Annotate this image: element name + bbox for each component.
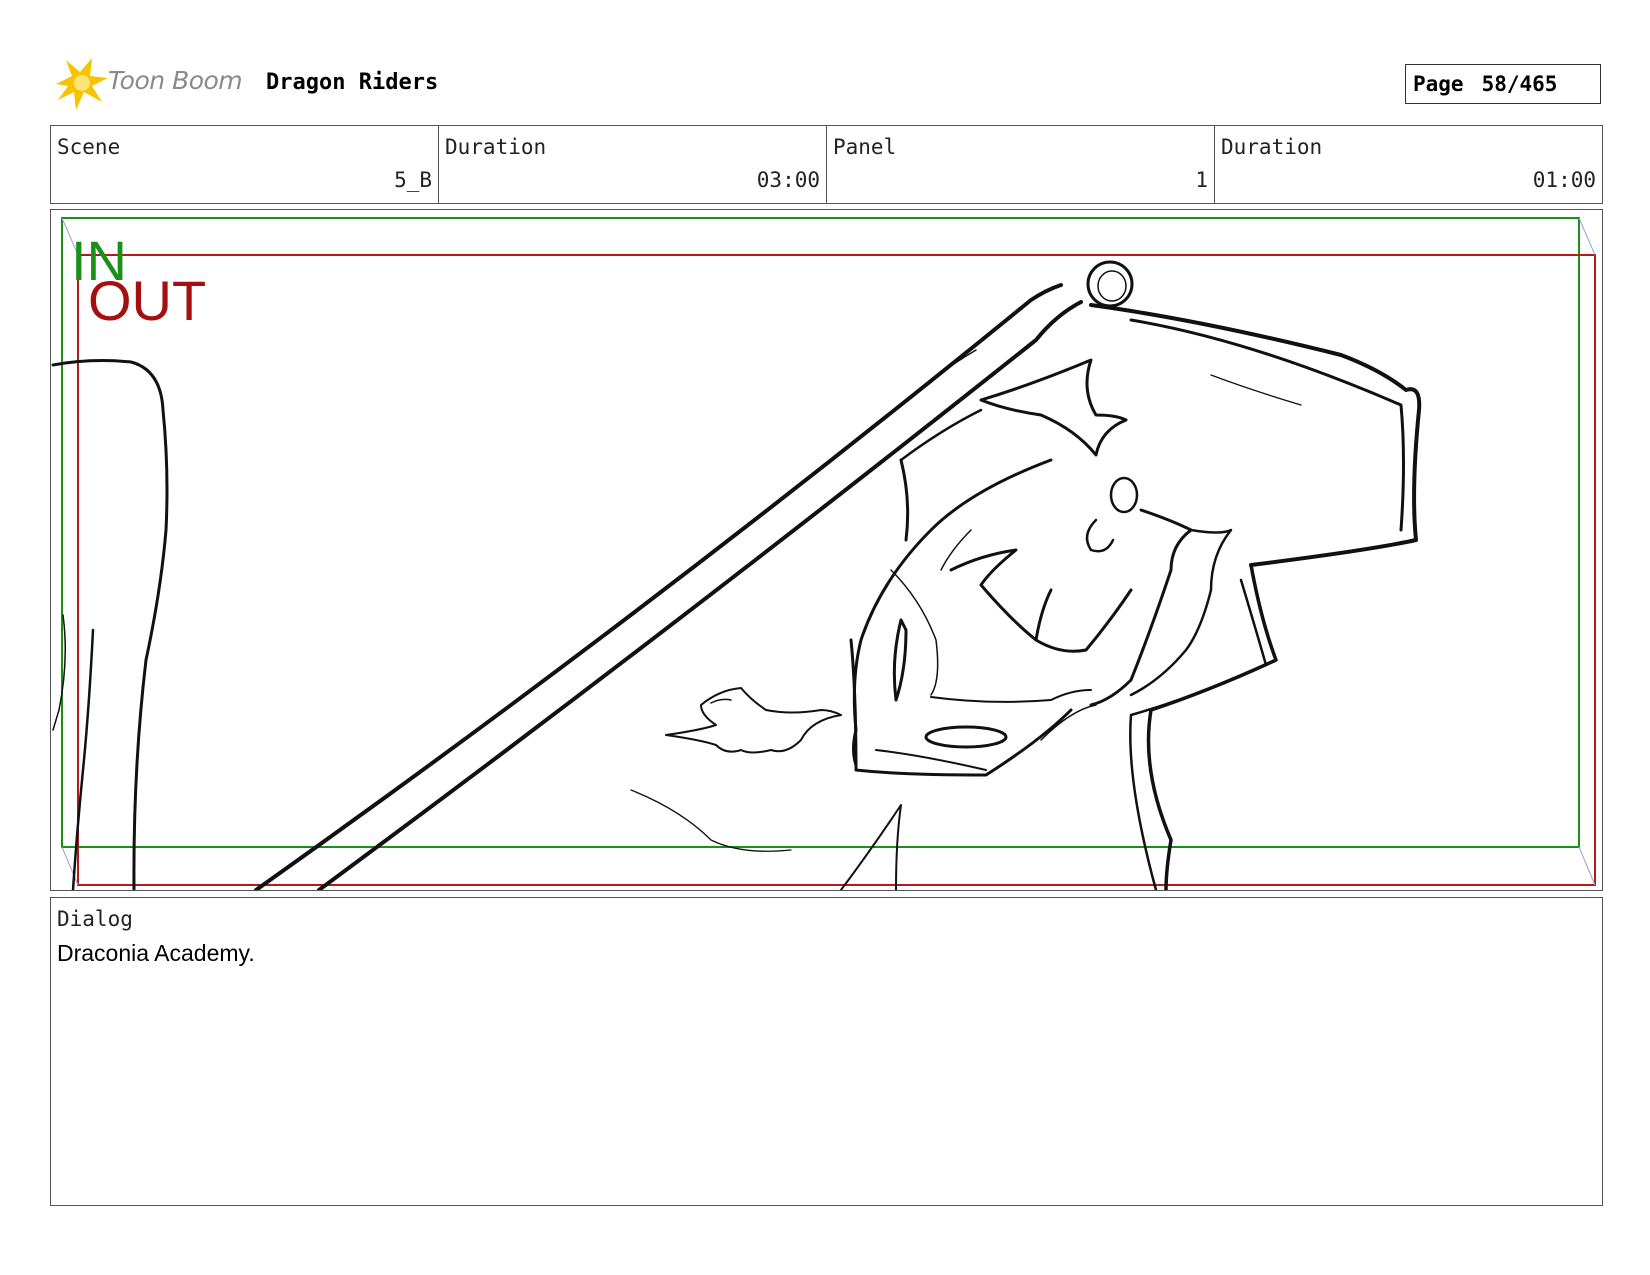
panel-sketch: IN OUT [51, 217, 1596, 890]
logo-text: Toon Boom [108, 66, 243, 95]
page-indicator: Page 58/465 [1405, 64, 1601, 104]
panel-info-row: Scene 5_B Duration 03:00 Panel 1 Duratio… [50, 125, 1603, 204]
panel-duration-value: 01:00 [1532, 168, 1596, 192]
page-label: Page [1413, 72, 1464, 96]
scene-value: 5_B [394, 168, 432, 192]
storyboard-panel: IN OUT [50, 209, 1603, 891]
panel-duration-cell: Duration 01:00 [1215, 126, 1602, 203]
panel-duration-label: Duration [1221, 135, 1323, 159]
dialog-box: Dialog Draconia Academy. [50, 897, 1603, 1206]
scene-duration-label: Duration [445, 135, 547, 159]
scene-label: Scene [57, 135, 121, 159]
in-frame [61, 217, 1580, 848]
panel-value: 1 [1195, 168, 1208, 192]
scene-duration-value: 03:00 [756, 168, 820, 192]
dialog-text: Draconia Academy. [57, 940, 255, 966]
starburst-icon [56, 58, 108, 110]
out-label: OUT [88, 269, 206, 332]
page-value: 58/465 [1481, 72, 1558, 96]
scene-cell: Scene 5_B [51, 126, 439, 203]
out-frame [77, 254, 1596, 886]
project-title: Dragon Riders [266, 70, 439, 95]
sketch-drawing [51, 260, 1422, 890]
panel-label: Panel [833, 135, 897, 159]
dialog-label: Dialog [57, 907, 133, 931]
scene-duration-cell: Duration 03:00 [439, 126, 827, 203]
panel-cell: Panel 1 [827, 126, 1215, 203]
toon-boom-logo: Toon Boom [52, 56, 252, 112]
